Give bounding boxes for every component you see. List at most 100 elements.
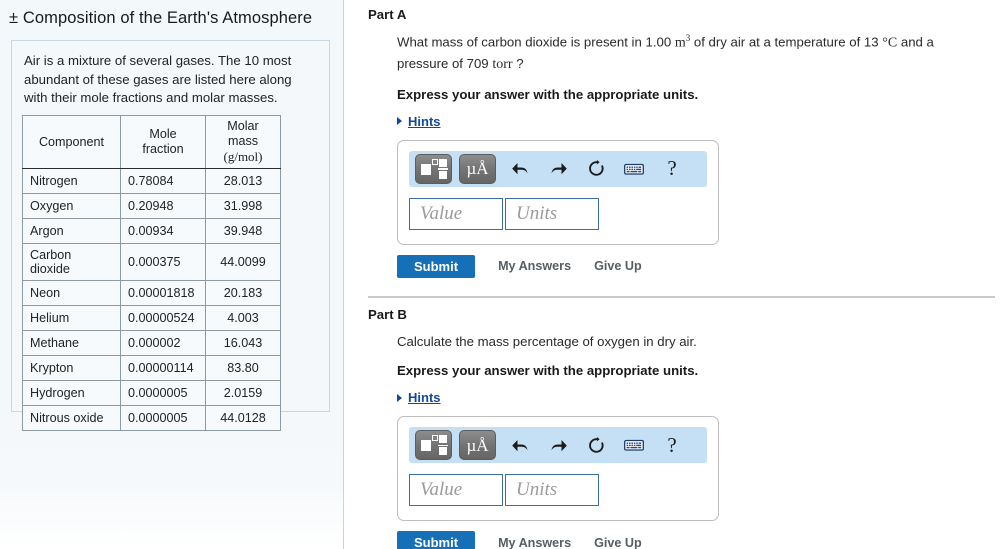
help-button[interactable]: ? — [655, 430, 689, 460]
part-b-answer-box: µÅ ? Value Units — [397, 416, 719, 522]
q-text-mid: of dry air at a temperature of 13 — [690, 34, 883, 50]
page-title: ± Composition of the Earth's Atmosphere — [9, 9, 313, 27]
q-text-pre: What mass of carbon dioxide is present i… — [397, 34, 675, 50]
my-answers-link[interactable]: My Answers — [498, 259, 571, 273]
part-a-body: What mass of carbon dioxide is present i… — [397, 32, 1007, 278]
part-b-inputs-row: Value Units — [409, 474, 707, 507]
keyboard-button[interactable] — [617, 154, 651, 184]
table-row: Hydrogen 0.0000005 2.0159 — [22, 379, 281, 406]
table-row: Carbon dioxide 0.000375 44.0099 — [22, 242, 281, 281]
table-row: Neon 0.00001818 20.183 — [22, 279, 281, 306]
page-root: ± Composition of the Earth's Atmosphere … — [0, 0, 1007, 549]
value-input[interactable]: Value — [409, 197, 503, 230]
part-a-answer-box: µÅ ? Value Units — [397, 139, 719, 245]
cell-fraction: 0.000002 — [120, 329, 206, 356]
col-header-molar-mass: Molar mass (g/mol) — [205, 115, 281, 169]
keyboard-icon — [624, 438, 644, 452]
cell-mass: 31.998 — [205, 192, 281, 219]
undo-button[interactable] — [503, 430, 537, 460]
math-template-button[interactable] — [415, 153, 452, 184]
redo-arrow-icon — [549, 437, 568, 454]
cell-name: Methane — [22, 329, 121, 356]
part-b-hints-link[interactable]: Hints — [408, 390, 441, 405]
reset-circle-icon — [587, 159, 606, 178]
cell-mass: 16.043 — [205, 329, 281, 356]
reset-button[interactable] — [579, 154, 613, 184]
my-answers-link[interactable]: My Answers — [498, 536, 571, 549]
question-mark-icon: ? — [667, 156, 677, 181]
cell-name: Argon — [22, 217, 121, 244]
table-row: Krypton 0.00000114 83.80 — [22, 354, 281, 381]
units-button[interactable]: µÅ — [459, 153, 496, 184]
part-b-hints-row[interactable]: Hints — [397, 390, 987, 405]
submit-button[interactable]: Submit — [397, 531, 476, 549]
cell-name: Hydrogen — [22, 379, 121, 406]
chevron-right-icon — [397, 117, 402, 126]
cell-fraction: 0.00000114 — [120, 354, 206, 381]
value-input[interactable]: Value — [409, 474, 503, 507]
undo-button[interactable] — [503, 154, 537, 184]
redo-arrow-icon — [549, 160, 568, 177]
part-a-question: What mass of carbon dioxide is present i… — [397, 32, 987, 75]
intro-box: Air is a mixture of several gases. The 1… — [11, 40, 330, 431]
units-input[interactable]: Units — [505, 474, 599, 507]
question-mark-icon: ? — [667, 432, 677, 457]
cell-fraction: 0.00934 — [120, 217, 206, 244]
micro-angstrom-icon: µÅ — [466, 435, 489, 455]
table-row: Nitrous oxide 0.0000005 44.0128 — [22, 404, 281, 431]
cell-name: Oxygen — [22, 192, 121, 219]
give-up-link[interactable]: Give Up — [594, 259, 642, 273]
intro-text: Air is a mixture of several gases. The 1… — [24, 53, 292, 106]
part-a-section: Part A What mass of carbon dioxide is pr… — [345, 0, 1007, 278]
cell-name: Carbon dioxide — [22, 242, 121, 281]
part-a-actions: Submit My Answers Give Up — [397, 254, 987, 278]
cell-name: Krypton — [22, 354, 121, 381]
redo-button[interactable] — [541, 430, 575, 460]
math-template-icon — [420, 158, 448, 179]
math-template-icon — [420, 435, 448, 456]
keyboard-button[interactable] — [617, 430, 651, 460]
q-unit-volume: m — [674, 35, 686, 51]
submit-button[interactable]: Submit — [397, 254, 476, 278]
cell-mass: 83.80 — [205, 354, 281, 381]
cell-mass: 39.948 — [205, 217, 281, 244]
micro-angstrom-icon: µÅ — [466, 159, 489, 179]
reset-circle-icon — [587, 436, 606, 455]
part-b-express-instruction: Express your answer with the appropriate… — [397, 363, 699, 379]
table-row: Oxygen 0.20948 31.998 — [22, 192, 281, 219]
cell-mass: 28.013 — [205, 167, 281, 194]
cell-name: Nitrogen — [22, 167, 121, 194]
gas-composition-table: Component Mole fraction Molar mass (g/mo… — [22, 115, 281, 431]
give-up-link[interactable]: Give Up — [594, 536, 642, 549]
chevron-right-icon — [397, 393, 402, 402]
redo-button[interactable] — [541, 154, 575, 184]
part-a-hints-row[interactable]: Hints — [397, 114, 987, 129]
q-text-end: ? — [512, 55, 524, 71]
keyboard-icon — [624, 162, 644, 176]
cell-fraction: 0.000375 — [120, 242, 206, 281]
math-template-button[interactable] — [415, 430, 452, 461]
cell-name: Neon — [22, 279, 121, 306]
cell-name: Nitrous oxide — [22, 404, 121, 431]
table-row: Argon 0.00934 39.948 — [22, 217, 281, 244]
table-header-row: Component Mole fraction Molar mass (g/mo… — [22, 115, 281, 169]
cell-mass: 44.0099 — [205, 242, 281, 281]
col-header-component: Component — [22, 115, 121, 169]
cell-fraction: 0.78084 — [120, 167, 206, 194]
cell-mass: 4.003 — [205, 304, 281, 331]
units-button[interactable]: µÅ — [459, 430, 496, 461]
part-b-actions: Submit My Answers Give Up — [397, 531, 987, 549]
reset-button[interactable] — [579, 430, 613, 460]
cell-fraction: 0.20948 — [120, 192, 206, 219]
part-a-heading: Part A — [368, 7, 407, 22]
part-a-hints-link[interactable]: Hints — [408, 114, 441, 129]
undo-arrow-icon — [511, 437, 530, 454]
col-header-mole-fraction: Mole fraction — [120, 115, 206, 169]
help-button[interactable]: ? — [655, 154, 689, 184]
cell-fraction: 0.0000005 — [120, 379, 206, 406]
cell-mass: 44.0128 — [205, 404, 281, 431]
part-a-inputs-row: Value Units — [409, 197, 707, 230]
units-input[interactable]: Units — [505, 197, 599, 230]
part-b-heading: Part B — [368, 306, 407, 322]
part-a-express-instruction: Express your answer with the appropriate… — [397, 86, 699, 102]
